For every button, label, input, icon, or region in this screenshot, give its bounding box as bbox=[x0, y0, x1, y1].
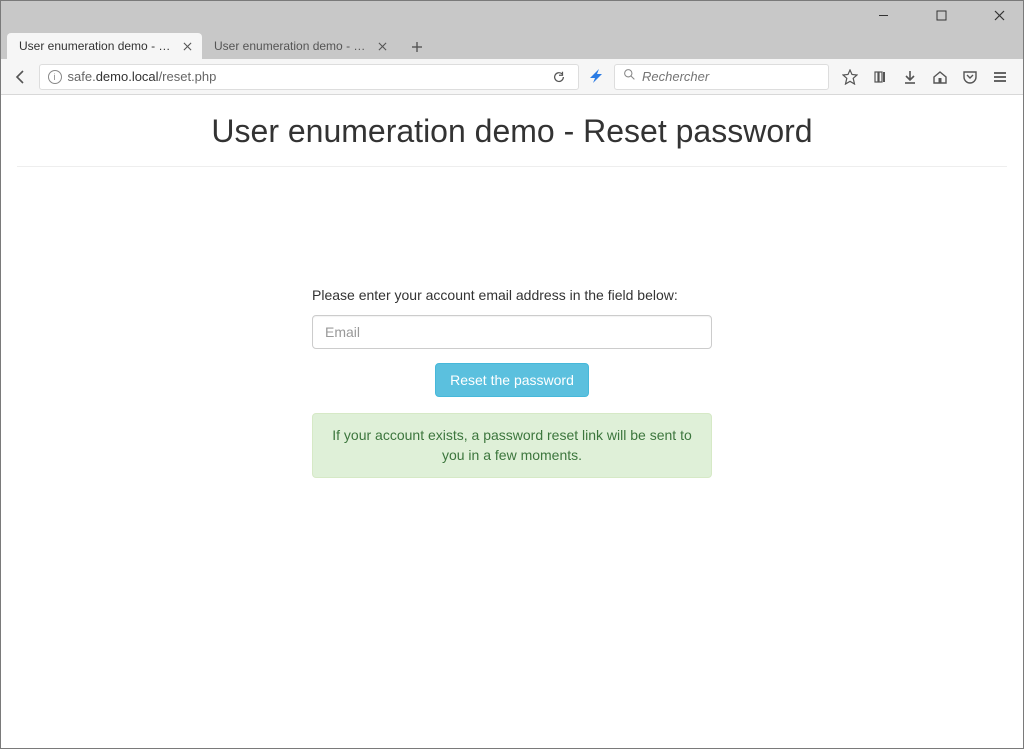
success-alert: If your account exists, a password reset… bbox=[312, 413, 712, 478]
site-info-icon[interactable]: i bbox=[48, 70, 62, 84]
page-title: User enumeration demo - Reset password bbox=[1, 113, 1023, 150]
tab-title: User enumeration demo - Reset bbox=[214, 39, 370, 53]
reset-password-button[interactable]: Reset the password bbox=[435, 363, 589, 397]
pocket-icon[interactable] bbox=[955, 63, 985, 91]
search-icon bbox=[623, 68, 636, 86]
url-prefix: safe. bbox=[68, 69, 96, 84]
url-text: safe.demo.local/reset.php bbox=[68, 69, 542, 84]
window-minimize-button[interactable] bbox=[863, 1, 903, 29]
email-field[interactable] bbox=[312, 315, 712, 349]
page-viewport: User enumeration demo - Reset password P… bbox=[1, 95, 1023, 748]
divider bbox=[17, 166, 1007, 167]
extension-icon[interactable] bbox=[585, 63, 609, 91]
window-maximize-button[interactable] bbox=[921, 1, 961, 29]
browser-tab-1[interactable]: User enumeration demo - Reset bbox=[202, 33, 397, 59]
reset-form: Please enter your account email address … bbox=[312, 287, 712, 478]
search-bar[interactable] bbox=[614, 64, 829, 90]
close-icon[interactable] bbox=[376, 39, 389, 53]
close-icon[interactable] bbox=[181, 39, 194, 53]
toolbar-right bbox=[835, 63, 1015, 91]
browser-toolbar: i safe.demo.local/reset.php bbox=[1, 59, 1023, 95]
home-icon[interactable] bbox=[925, 63, 955, 91]
downloads-icon[interactable] bbox=[895, 63, 925, 91]
url-bar[interactable]: i safe.demo.local/reset.php bbox=[39, 64, 579, 90]
url-host: demo.local bbox=[96, 69, 159, 84]
window-close-button[interactable] bbox=[979, 1, 1019, 29]
hamburger-menu-icon[interactable] bbox=[985, 63, 1015, 91]
bookmark-star-icon[interactable] bbox=[835, 63, 865, 91]
browser-tab-0[interactable]: User enumeration demo - Reset bbox=[7, 33, 202, 59]
reload-icon[interactable] bbox=[548, 70, 570, 84]
search-input[interactable] bbox=[642, 69, 820, 84]
window-controls bbox=[1, 1, 1023, 29]
tab-strip: User enumeration demo - Reset User enume… bbox=[1, 29, 1023, 59]
library-icon[interactable] bbox=[865, 63, 895, 91]
back-button[interactable] bbox=[9, 63, 33, 91]
prompt-text: Please enter your account email address … bbox=[312, 287, 712, 303]
url-path: /reset.php bbox=[159, 69, 217, 84]
page-content: User enumeration demo - Reset password P… bbox=[1, 95, 1023, 478]
new-tab-button[interactable] bbox=[403, 35, 431, 59]
tab-title: User enumeration demo - Reset bbox=[19, 39, 175, 53]
